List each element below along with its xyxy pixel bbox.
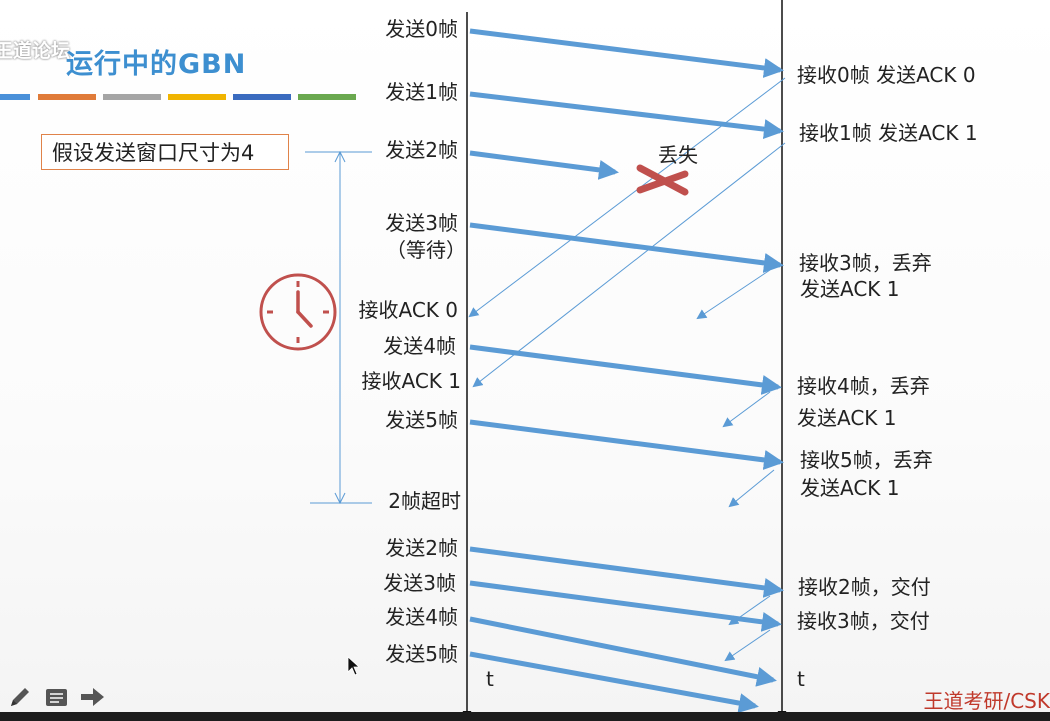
receiver-recv-0: 接收0帧 发送ACK 0 — [797, 63, 976, 87]
sender-send-2: 发送2帧 — [385, 138, 458, 162]
frame-arrow-2-retx — [469, 546, 784, 598]
frame-arrow-3 — [469, 222, 784, 273]
ack-arrow-1 — [472, 142, 786, 388]
frame-arrow-3-retx — [469, 580, 782, 632]
slideshow-toolbar — [11, 688, 104, 706]
receiver-send-ack-1a: 发送ACK 1 — [800, 277, 900, 301]
sender-resend-5: 发送5帧 — [385, 642, 458, 666]
sender-resend-2: 发送2帧 — [385, 536, 458, 560]
receiver-send-ack-1b: 发送ACK 1 — [797, 406, 897, 430]
receiver-recv-5-discard: 接收5帧，丢弃 — [800, 448, 933, 472]
sender-send-3: 发送3帧 — [385, 211, 458, 235]
sender-send-1: 发送1帧 — [385, 80, 458, 104]
frame-arrow-5 — [469, 419, 784, 470]
receiver-recv-1: 接收1帧 发送ACK 1 — [799, 121, 978, 145]
sender-time-label: t — [486, 667, 494, 691]
lost-label: 丢失 — [658, 143, 698, 167]
ack-arrow-retx-2 — [724, 629, 771, 662]
notes-icon[interactable] — [46, 689, 67, 706]
receiver-time-label: t — [797, 667, 805, 691]
receiver-recv-3-deliver: 接收3帧，交付 — [797, 609, 930, 633]
sender-waiting: （等待） — [386, 238, 466, 262]
pencil-icon[interactable] — [11, 688, 29, 706]
frame-arrow-1 — [469, 91, 784, 140]
lost-x-icon — [636, 164, 689, 196]
sender-resend-4: 发送4帧 — [385, 605, 458, 629]
ack-arrow-dup-2 — [722, 391, 771, 428]
sender-send-4: 发送4帧 — [383, 334, 456, 358]
receiver-recv-2-deliver: 接收2帧，交付 — [798, 575, 931, 599]
frame-arrow-2-lost — [469, 150, 619, 180]
timeout-label: 2帧超时 — [388, 489, 461, 513]
bottom-bar — [0, 712, 1050, 721]
brand-footer: 王道考研/CSK — [923, 689, 1050, 713]
sender-recv-ack-1: 接收ACK 1 — [361, 369, 462, 393]
sender-send-5: 发送5帧 — [385, 408, 458, 432]
receiver-send-ack-1c: 发送ACK 1 — [800, 476, 900, 500]
ack-arrow-dup-1 — [696, 269, 771, 320]
sender-recv-ack-0: 接收ACK 0 — [358, 298, 459, 322]
receiver-recv-4-discard: 接收4帧，丢弃 — [797, 374, 930, 398]
sender-send-0: 发送0帧 — [385, 17, 458, 41]
frame-arrow-0 — [469, 28, 784, 78]
next-arrow-icon[interactable] — [81, 688, 104, 706]
frame-arrow-4-retx — [469, 616, 777, 687]
ack-arrow-dup-3 — [728, 469, 775, 508]
frame-arrow-5-retx — [469, 651, 759, 713]
receiver-recv-3-discard: 接收3帧，丢弃 — [799, 251, 932, 275]
sender-resend-3: 发送3帧 — [383, 571, 456, 595]
